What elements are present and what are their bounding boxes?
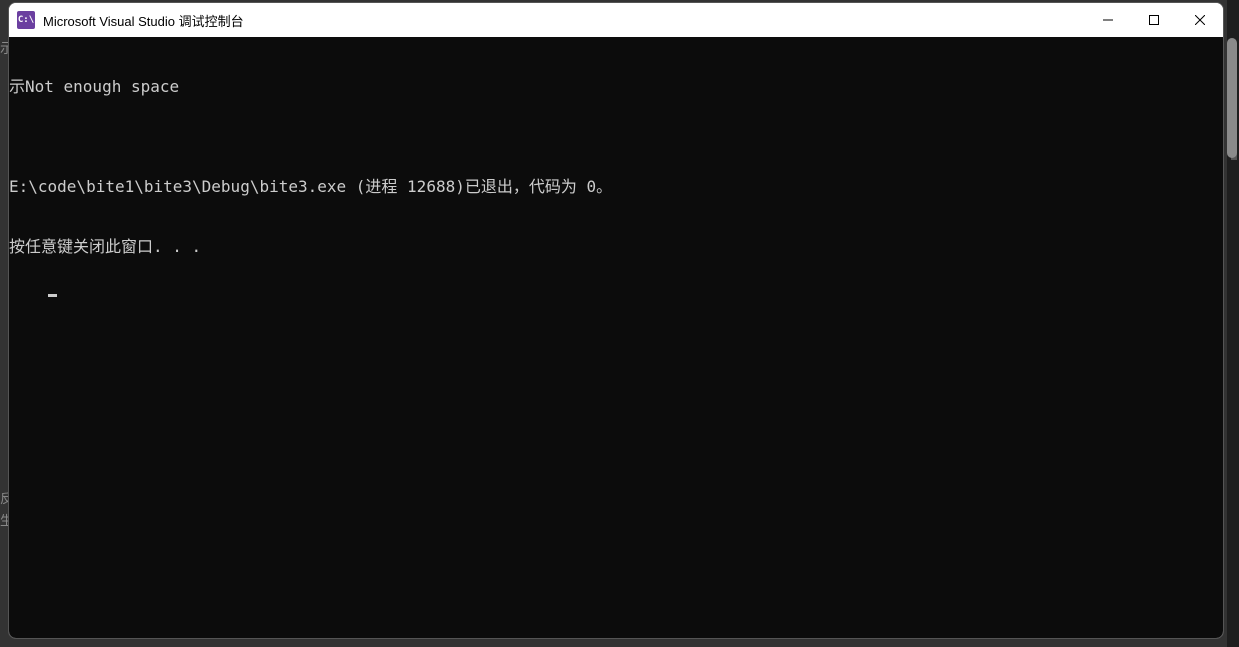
console-line: E:\code\bite1\bite3\Debug\bite3.exe (进程 … [9, 177, 1223, 197]
titlebar[interactable]: C:\ Microsoft Visual Studio 调试控制台 [9, 3, 1223, 37]
close-icon [1195, 15, 1205, 25]
minimize-button[interactable] [1085, 3, 1131, 37]
window-title: Microsoft Visual Studio 调试控制台 [43, 11, 1085, 30]
console-line: 按任意键关闭此窗口. . . [9, 237, 1223, 257]
app-icon: C:\ [17, 11, 35, 29]
outer-scrollbar-thumb[interactable] [1227, 38, 1237, 158]
minimize-icon [1103, 15, 1113, 25]
console-window: C:\ Microsoft Visual Studio 调试控制台 示Not e… [8, 2, 1224, 639]
console-output[interactable]: 示Not enough space E:\code\bite1\bite3\De… [9, 37, 1223, 638]
maximize-button[interactable] [1131, 3, 1177, 37]
console-line: 示Not enough space [9, 77, 1223, 97]
maximize-icon [1149, 15, 1159, 25]
text-cursor [48, 294, 57, 297]
window-controls [1085, 3, 1223, 37]
close-button[interactable] [1177, 3, 1223, 37]
outer-scrollbar-track[interactable] [1229, 2, 1237, 637]
